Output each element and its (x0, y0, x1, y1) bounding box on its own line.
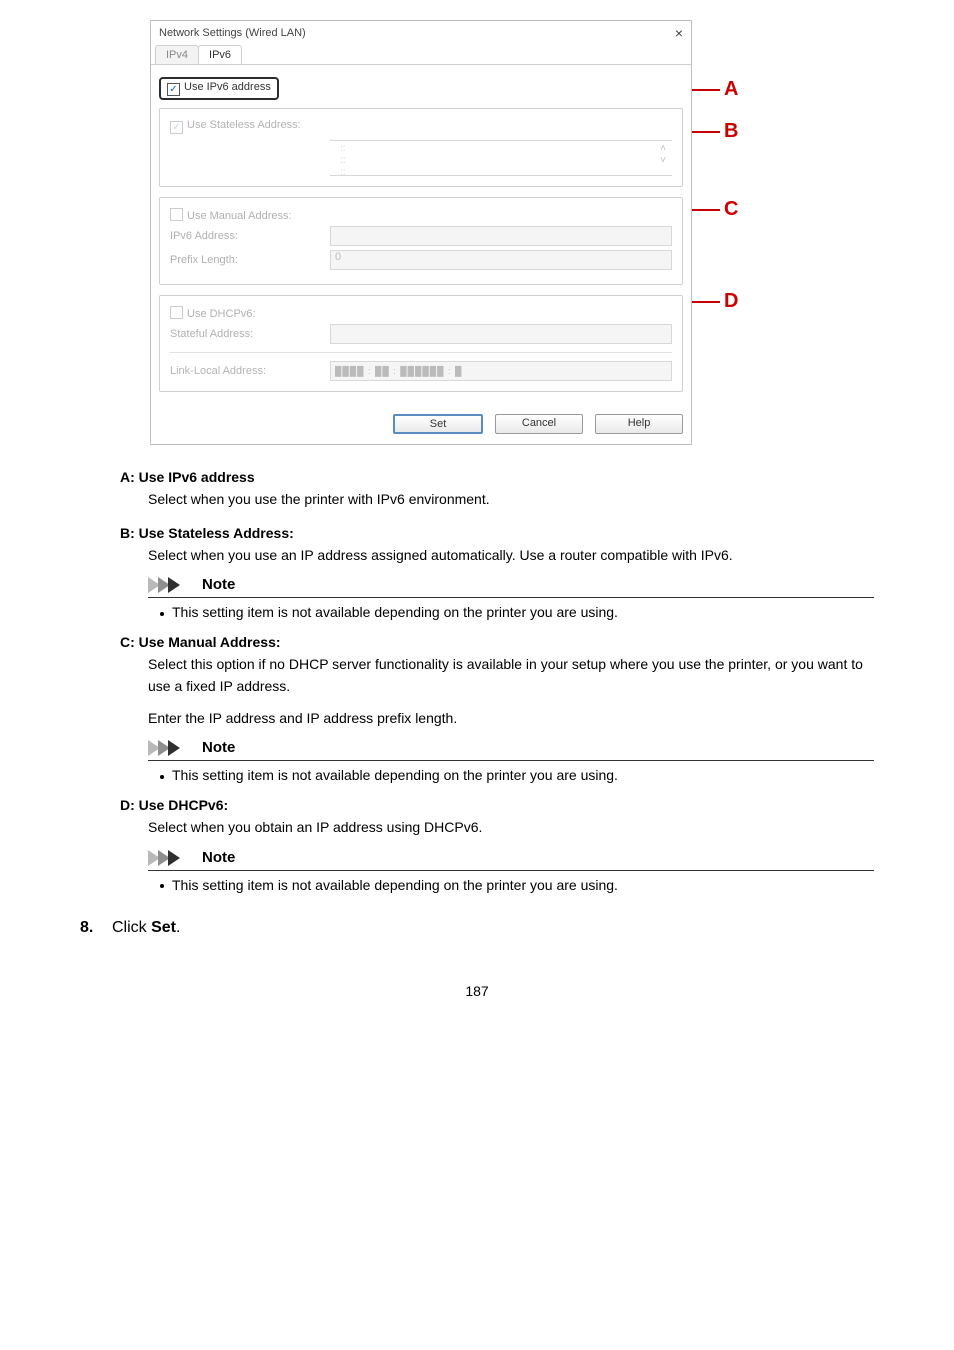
callout-letter-c: C (724, 198, 738, 221)
prefix-length-label: Prefix Length: (170, 254, 330, 266)
note-heading: Note (202, 739, 235, 756)
tab-ipv6[interactable]: IPv6 (198, 45, 242, 64)
checkbox-checked-icon[interactable]: ✓ (170, 121, 183, 134)
close-icon[interactable]: × (675, 25, 683, 41)
note-heading: Note (202, 576, 235, 593)
link-local-address-label: Link-Local Address: (170, 365, 330, 377)
stateless-section: ✓ Use Stateless Address: :: :: :: ˄˅ (159, 108, 683, 187)
stateful-address-input[interactable] (330, 324, 672, 344)
use-stateless-address-label: Use Stateless Address: (187, 119, 301, 131)
section-a-text: Select when you use the printer with IPv… (148, 489, 874, 511)
note-bullet: This setting item is not available depen… (160, 767, 874, 783)
note-block: Note This setting item is not available … (148, 576, 874, 620)
stateful-address-label: Stateful Address: (170, 328, 330, 340)
note-bullet: This setting item is not available depen… (160, 877, 874, 893)
link-local-address-value: ████ : ██ : ██████ : █ (330, 361, 672, 381)
callout-labels: A B C D (692, 20, 792, 445)
step-number: 8. (80, 919, 104, 937)
note-block: Note This setting item is not available … (148, 739, 874, 783)
section-d-title: D: Use DHCPv6: (120, 797, 874, 813)
section-b-title: B: Use Stateless Address: (120, 525, 874, 541)
section-d-text: Select when you obtain an IP address usi… (148, 817, 874, 839)
checkbox-icon[interactable] (170, 208, 183, 221)
dhcpv6-section: Use DHCPv6: Stateful Address: Link-Local… (159, 295, 683, 392)
arrows-icon (148, 577, 196, 593)
section-b-text: Select when you use an IP address assign… (148, 545, 874, 567)
scroll-spinner[interactable]: ˄˅ (660, 143, 666, 173)
use-dhcpv6-label: Use DHCPv6: (187, 308, 255, 320)
use-ipv6-address-label: Use IPv6 address (184, 81, 271, 93)
note-heading: Note (202, 849, 235, 866)
checkbox-icon[interactable] (170, 306, 183, 319)
checkbox-checked-icon: ✓ (167, 83, 180, 96)
set-button[interactable]: Set (393, 414, 483, 434)
step-8: 8. Click Set. (80, 919, 874, 937)
use-manual-address-label: Use Manual Address: (187, 210, 292, 222)
ipv6-address-input[interactable] (330, 226, 672, 246)
help-button[interactable]: Help (595, 414, 683, 434)
network-settings-dialog: Network Settings (Wired LAN) × IPv4 IPv6… (150, 20, 692, 445)
tab-ipv4[interactable]: IPv4 (155, 45, 199, 64)
section-c-title: C: Use Manual Address: (120, 634, 874, 650)
manual-section: Use Manual Address: IPv6 Address: Prefix… (159, 197, 683, 285)
section-a-title: A: Use IPv6 address (120, 469, 874, 485)
prefix-length-input[interactable]: 0 (330, 250, 672, 270)
callout-letter-b: B (724, 120, 738, 143)
chevron-up-icon: ˄ (660, 143, 666, 154)
ipv6-address-label: IPv6 Address: (170, 230, 330, 242)
callout-letter-a: A (724, 78, 738, 101)
stateless-address-list: :: :: :: (340, 143, 346, 173)
use-ipv6-address-checkbox[interactable]: ✓ Use IPv6 address (159, 77, 279, 100)
arrows-icon (148, 850, 196, 866)
dialog-title: Network Settings (Wired LAN) (159, 27, 306, 39)
note-block: Note This setting item is not available … (148, 849, 874, 893)
section-c-text2: Enter the IP address and IP address pref… (148, 708, 874, 730)
note-bullet: This setting item is not available depen… (160, 604, 874, 620)
chevron-down-icon: ˅ (660, 155, 666, 166)
arrows-icon (148, 740, 196, 756)
cancel-button[interactable]: Cancel (495, 414, 583, 434)
page-number: 187 (80, 983, 874, 999)
callout-letter-d: D (724, 290, 738, 313)
step-text: Click Set. (112, 919, 180, 937)
section-c-text1: Select this option if no DHCP server fun… (148, 654, 874, 697)
